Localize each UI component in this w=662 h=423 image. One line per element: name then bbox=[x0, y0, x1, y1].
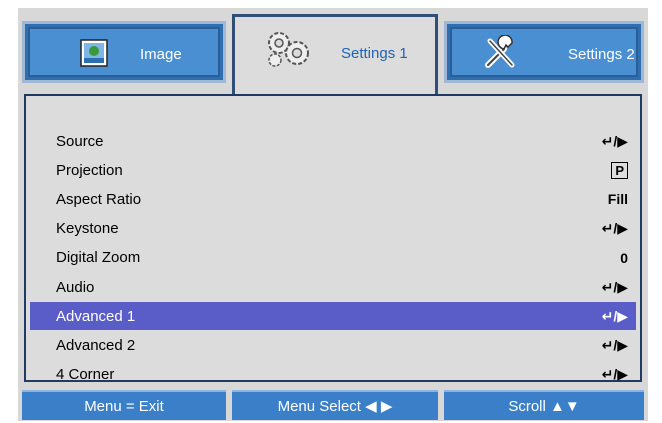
tab-image[interactable]: Image bbox=[22, 21, 226, 83]
menu-item-advanced-2[interactable]: Advanced 2 ↵/▶ bbox=[30, 331, 636, 359]
menu-item-4-corner[interactable]: 4 Corner ↵/▶ bbox=[30, 361, 636, 389]
settings-panel: Source ↵/▶ Projection P Aspect Ratio Fill Keys… bbox=[24, 94, 642, 383]
menu-item-value: ↵/▶ bbox=[601, 307, 628, 324]
scroll-label: Scroll ▲▼ bbox=[508, 397, 580, 415]
menu-item-value: Fill bbox=[607, 191, 628, 208]
tab-settings-1[interactable]: Settings 1 bbox=[232, 14, 438, 94]
menu-item-value: 0 bbox=[620, 249, 628, 266]
menu-select-label: Menu Select ◀ ▶ bbox=[277, 398, 393, 415]
menu-item-value: ↵/▶ bbox=[601, 132, 628, 149]
tools-icon bbox=[485, 35, 515, 68]
menu-item-label: Aspect Ratio bbox=[56, 190, 142, 208]
menu-item-projection[interactable]: Projection P bbox=[30, 156, 636, 184]
tab-image-face: Image bbox=[28, 27, 220, 77]
menu-item-audio[interactable]: Audio ↵/▶ bbox=[30, 273, 636, 301]
menu-item-label: Keystone bbox=[56, 220, 119, 238]
menu-item-value: ↵/▶ bbox=[601, 336, 628, 353]
menu-item-label: 4 Corner bbox=[56, 366, 115, 384]
menu-exit-label: Menu = Exit bbox=[84, 397, 164, 415]
menu-item-label: Advanced 2 bbox=[56, 336, 136, 354]
menu-item-label: Audio bbox=[56, 278, 95, 296]
menu-item-value: ↵/▶ bbox=[601, 366, 628, 383]
menu-item-keystone[interactable]: Keystone ↵/▶ bbox=[30, 215, 636, 243]
menu-item-label: Source bbox=[56, 132, 104, 150]
menu-exit-hint[interactable]: Menu = Exit bbox=[22, 390, 226, 420]
menu-item-aspect-ratio[interactable]: Aspect Ratio Fill bbox=[30, 185, 636, 213]
osd-menu: Image Settings 1 Settings 2 Source ↵/▶ P… bbox=[18, 8, 648, 421]
tab-settings-2-label: Settings 2 bbox=[568, 46, 635, 63]
tab-settings-2-face: Settings 2 bbox=[450, 27, 638, 77]
menu-item-label: Projection bbox=[56, 161, 123, 179]
menu-item-digital-zoom[interactable]: Digital Zoom 0 bbox=[30, 244, 636, 272]
tab-settings-1-label: Settings 1 bbox=[341, 45, 408, 62]
projection-mode-badge: P bbox=[611, 161, 628, 179]
tab-image-label: Image bbox=[140, 46, 182, 63]
menu-item-source[interactable]: Source ↵/▶ bbox=[30, 127, 636, 155]
menu-item-label: Digital Zoom bbox=[56, 249, 141, 267]
tab-settings-2[interactable]: Settings 2 bbox=[444, 21, 644, 83]
image-icon bbox=[80, 39, 108, 67]
menu-item-value: ↵/▶ bbox=[601, 278, 628, 295]
menu-select-hint[interactable]: Menu Select ◀ ▶ bbox=[232, 390, 438, 420]
menu-item-advanced-1[interactable]: Advanced 1 ↵/▶ bbox=[30, 302, 636, 331]
gears-icon bbox=[268, 32, 309, 67]
menu-item-label: Advanced 1 bbox=[56, 307, 136, 325]
menu-item-value: ↵/▶ bbox=[601, 220, 628, 237]
scroll-hint[interactable]: Scroll ▲▼ bbox=[444, 390, 644, 420]
menu-item-value: P bbox=[611, 161, 628, 179]
